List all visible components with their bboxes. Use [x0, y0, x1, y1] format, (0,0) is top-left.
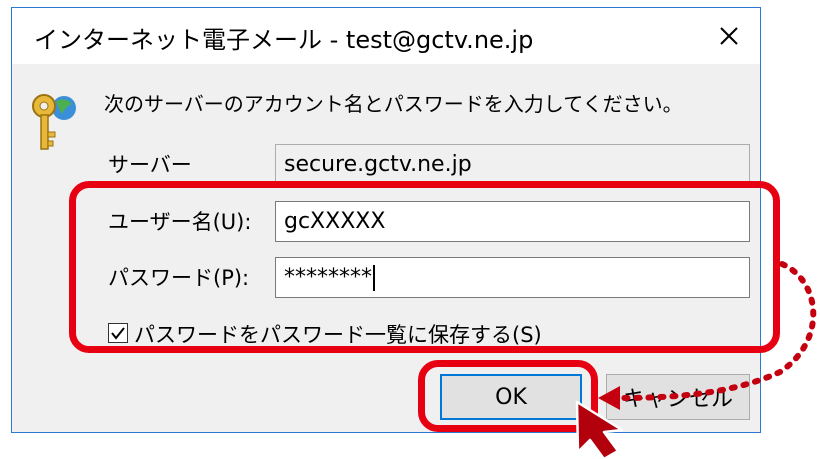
dotted-arrow-icon: [613, 261, 817, 401]
arrowhead-icon: [598, 386, 620, 410]
annotation-overlay: [575, 261, 817, 459]
pointer-cursor-icon: [575, 400, 624, 459]
